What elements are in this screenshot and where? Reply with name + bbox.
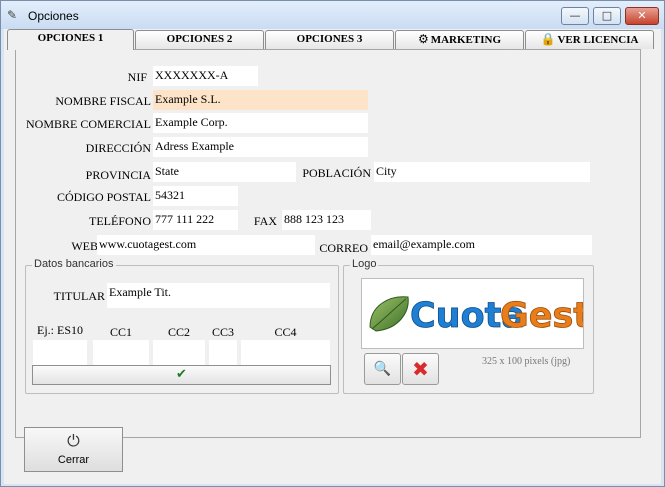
cc2-label: CC2	[167, 325, 190, 339]
logo-size-hint: 325 x 100 pixels (jpg)	[482, 356, 571, 367]
delete-logo-button[interactable]: ✖	[402, 353, 439, 385]
codigo-postal-label: CÓDIGO POSTAL	[56, 190, 151, 204]
lock-icon: 🔒	[540, 32, 556, 46]
magnifier-icon: 🔍	[373, 361, 392, 377]
tab-opciones-2[interactable]: OPCIONES 2	[135, 30, 264, 49]
tab-label: OPCIONES 3	[296, 33, 363, 45]
web-field[interactable]: www.cuotagest.com	[97, 235, 315, 255]
codigo-postal-field[interactable]: 54321	[153, 186, 238, 206]
cc3-field[interactable]	[209, 340, 237, 365]
tools-icon: ✎	[7, 8, 18, 22]
logo-preview: Cuota Gest	[361, 278, 590, 349]
cerrar-label: Cerrar	[57, 454, 90, 466]
client-area: OPCIONES 1 OPCIONES 2 OPCIONES 3 ⚙ MARKET…	[4, 29, 661, 484]
nombre-comercial-label: NOMBRE COMERCIAL	[25, 117, 151, 131]
nif-field[interactable]: XXXXXXX-A	[153, 66, 258, 86]
tab-opciones-3[interactable]: OPCIONES 3	[265, 30, 394, 49]
correo-label: CORREO	[319, 241, 368, 255]
web-label: WEB	[71, 239, 98, 253]
fax-field[interactable]: 888 123 123	[282, 210, 371, 230]
iban-field[interactable]	[33, 340, 87, 365]
iban-hint-label: Ej.: ES10	[36, 323, 83, 337]
tab-opciones-1[interactable]: OPCIONES 1	[7, 29, 134, 50]
cc1-label: CC1	[109, 325, 132, 339]
checkmark-icon: ✔	[176, 367, 187, 382]
telefono-field[interactable]: 777 111 222	[153, 210, 238, 230]
cuotagest-logo-image: Cuota Gest	[369, 296, 590, 336]
title-bar[interactable]: ✎ Opciones — □ ✕	[1, 1, 664, 29]
cc3-label: CC3	[211, 325, 234, 339]
tab-marketing[interactable]: ⚙ MARKETING	[395, 30, 524, 49]
titular-field[interactable]: Example Tit.	[107, 283, 330, 308]
provincia-field[interactable]: State	[153, 162, 296, 182]
tab-label: VER LICENCIA	[557, 34, 639, 46]
window-title: Opciones	[28, 9, 79, 23]
direccion-label: DIRECCIÓN	[85, 141, 151, 155]
poblacion-label: POBLACIÓN	[302, 166, 371, 180]
tab-label: OPCIONES 1	[37, 32, 104, 44]
cc2-field[interactable]	[153, 340, 205, 365]
poblacion-field[interactable]: City	[374, 162, 590, 182]
cerrar-button[interactable]: ⏻ Cerrar	[24, 427, 123, 472]
correo-field[interactable]: email@example.com	[371, 235, 592, 255]
gear-icon: ⚙	[417, 32, 429, 46]
cc4-label: CC4	[274, 325, 297, 339]
nif-label: NIF	[127, 70, 147, 84]
bank-group-title: Datos bancarios	[32, 258, 116, 270]
bank-details-group: Datos bancarios TITULAR Example Tit. Ej.…	[25, 258, 339, 394]
nombre-comercial-field[interactable]: Example Corp.	[153, 113, 368, 133]
nombre-fiscal-field[interactable]: Example S.L.	[153, 90, 368, 110]
close-window-button[interactable]: ✕	[625, 7, 659, 25]
logo-group-title: Logo	[350, 258, 379, 270]
search-logo-button[interactable]: 🔍	[364, 353, 401, 385]
fax-label: FAX	[253, 214, 277, 228]
nombre-fiscal-label: NOMBRE FISCAL	[55, 94, 151, 108]
direccion-field[interactable]: Adress Example	[153, 137, 368, 157]
tab-label: OPCIONES 2	[166, 33, 233, 45]
telefono-label: TELÉFONO	[89, 214, 151, 228]
minimize-button[interactable]: —	[561, 7, 589, 25]
maximize-button[interactable]: □	[593, 7, 621, 25]
logo-group: Logo Cuota Gest 🔍 ✖ 325 x 100 pixels (jp…	[343, 258, 594, 394]
delete-x-icon: ✖	[412, 357, 429, 381]
logo-gest-text: Gest	[500, 296, 583, 336]
tab-ver-licencia[interactable]: 🔒 VER LICENCIA	[525, 30, 654, 49]
tab-label: MARKETING	[430, 34, 502, 46]
provincia-label: PROVINCIA	[85, 168, 151, 182]
confirm-bank-button[interactable]: ✔	[32, 365, 331, 385]
tab-panel-opciones-1: NIF XXXXXXX-A NOMBRE FISCAL Example S.L.…	[15, 49, 641, 438]
cc1-field[interactable]	[93, 340, 149, 365]
cc4-field[interactable]	[241, 340, 330, 365]
options-window: ✎ Opciones — □ ✕ OPCIONES 1 OPCIONES 2 O…	[0, 0, 665, 487]
power-icon: ⏻	[67, 431, 80, 450]
titular-label: TITULAR	[53, 289, 105, 303]
